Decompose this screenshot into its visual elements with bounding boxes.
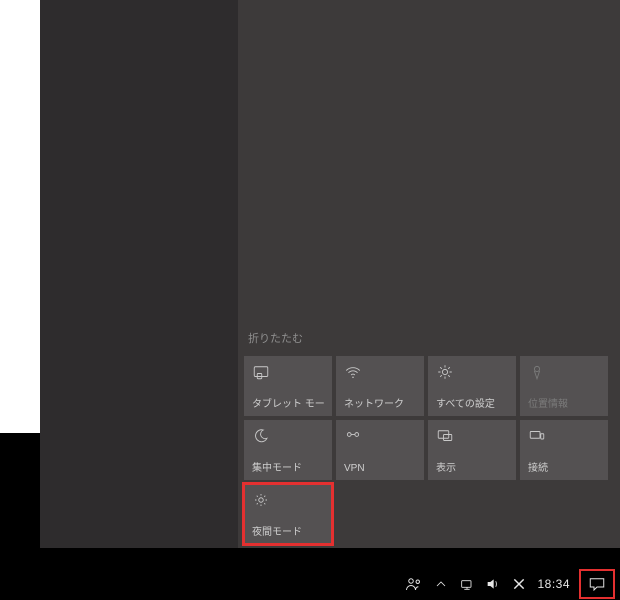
tile-project[interactable]: 表示 xyxy=(428,420,516,480)
tile-label: 位置情報 xyxy=(528,395,600,410)
vpn-icon xyxy=(344,427,362,445)
location-icon xyxy=(528,363,546,381)
tray-chevron-up-icon[interactable] xyxy=(433,576,449,592)
close-icon[interactable] xyxy=(511,576,527,592)
tile-connect[interactable]: 接続 xyxy=(520,420,608,480)
project-icon xyxy=(436,427,454,445)
taskbar: 18:34 xyxy=(0,567,620,600)
tile-label: すべての設定 xyxy=(436,395,508,410)
volume-icon[interactable] xyxy=(485,576,501,592)
tablet-icon xyxy=(252,363,270,381)
background-window xyxy=(0,0,40,433)
tile-label: 接続 xyxy=(528,459,600,474)
tile-network[interactable]: ネットワーク xyxy=(336,356,424,416)
tile-location[interactable]: 位置情報 xyxy=(520,356,608,416)
dark-overlay xyxy=(40,0,238,548)
tile-tablet-mode[interactable]: タブレット モード xyxy=(244,356,332,416)
gear-icon xyxy=(436,363,454,381)
tile-label: 表示 xyxy=(436,459,508,474)
wifi-icon xyxy=(344,363,362,381)
action-center-panel: 折りたたむ タブレット モード ネットワーク すべての設定 xyxy=(238,0,620,548)
action-center-button[interactable] xyxy=(580,570,614,598)
tile-label: VPN xyxy=(344,463,416,474)
connect-icon xyxy=(528,427,546,445)
people-icon[interactable] xyxy=(405,576,423,592)
tile-focus-assist[interactable]: 集中モード xyxy=(244,420,332,480)
collapse-link[interactable]: 折りたたむ xyxy=(248,330,620,346)
tile-label: 夜間モード xyxy=(252,523,324,538)
network-tray-icon[interactable] xyxy=(459,576,475,592)
tile-night-light[interactable]: 夜間モード xyxy=(244,484,332,544)
taskbar-clock[interactable]: 18:34 xyxy=(537,577,570,591)
night-light-icon xyxy=(252,491,270,509)
tile-vpn[interactable]: VPN xyxy=(336,420,424,480)
quick-action-tiles: タブレット モード ネットワーク すべての設定 位置情報 xyxy=(244,356,620,544)
tile-all-settings[interactable]: すべての設定 xyxy=(428,356,516,416)
moon-icon xyxy=(252,427,270,445)
tile-label: タブレット モード xyxy=(252,395,324,410)
tile-label: 集中モード xyxy=(252,459,324,474)
tile-label: ネットワーク xyxy=(344,395,416,410)
